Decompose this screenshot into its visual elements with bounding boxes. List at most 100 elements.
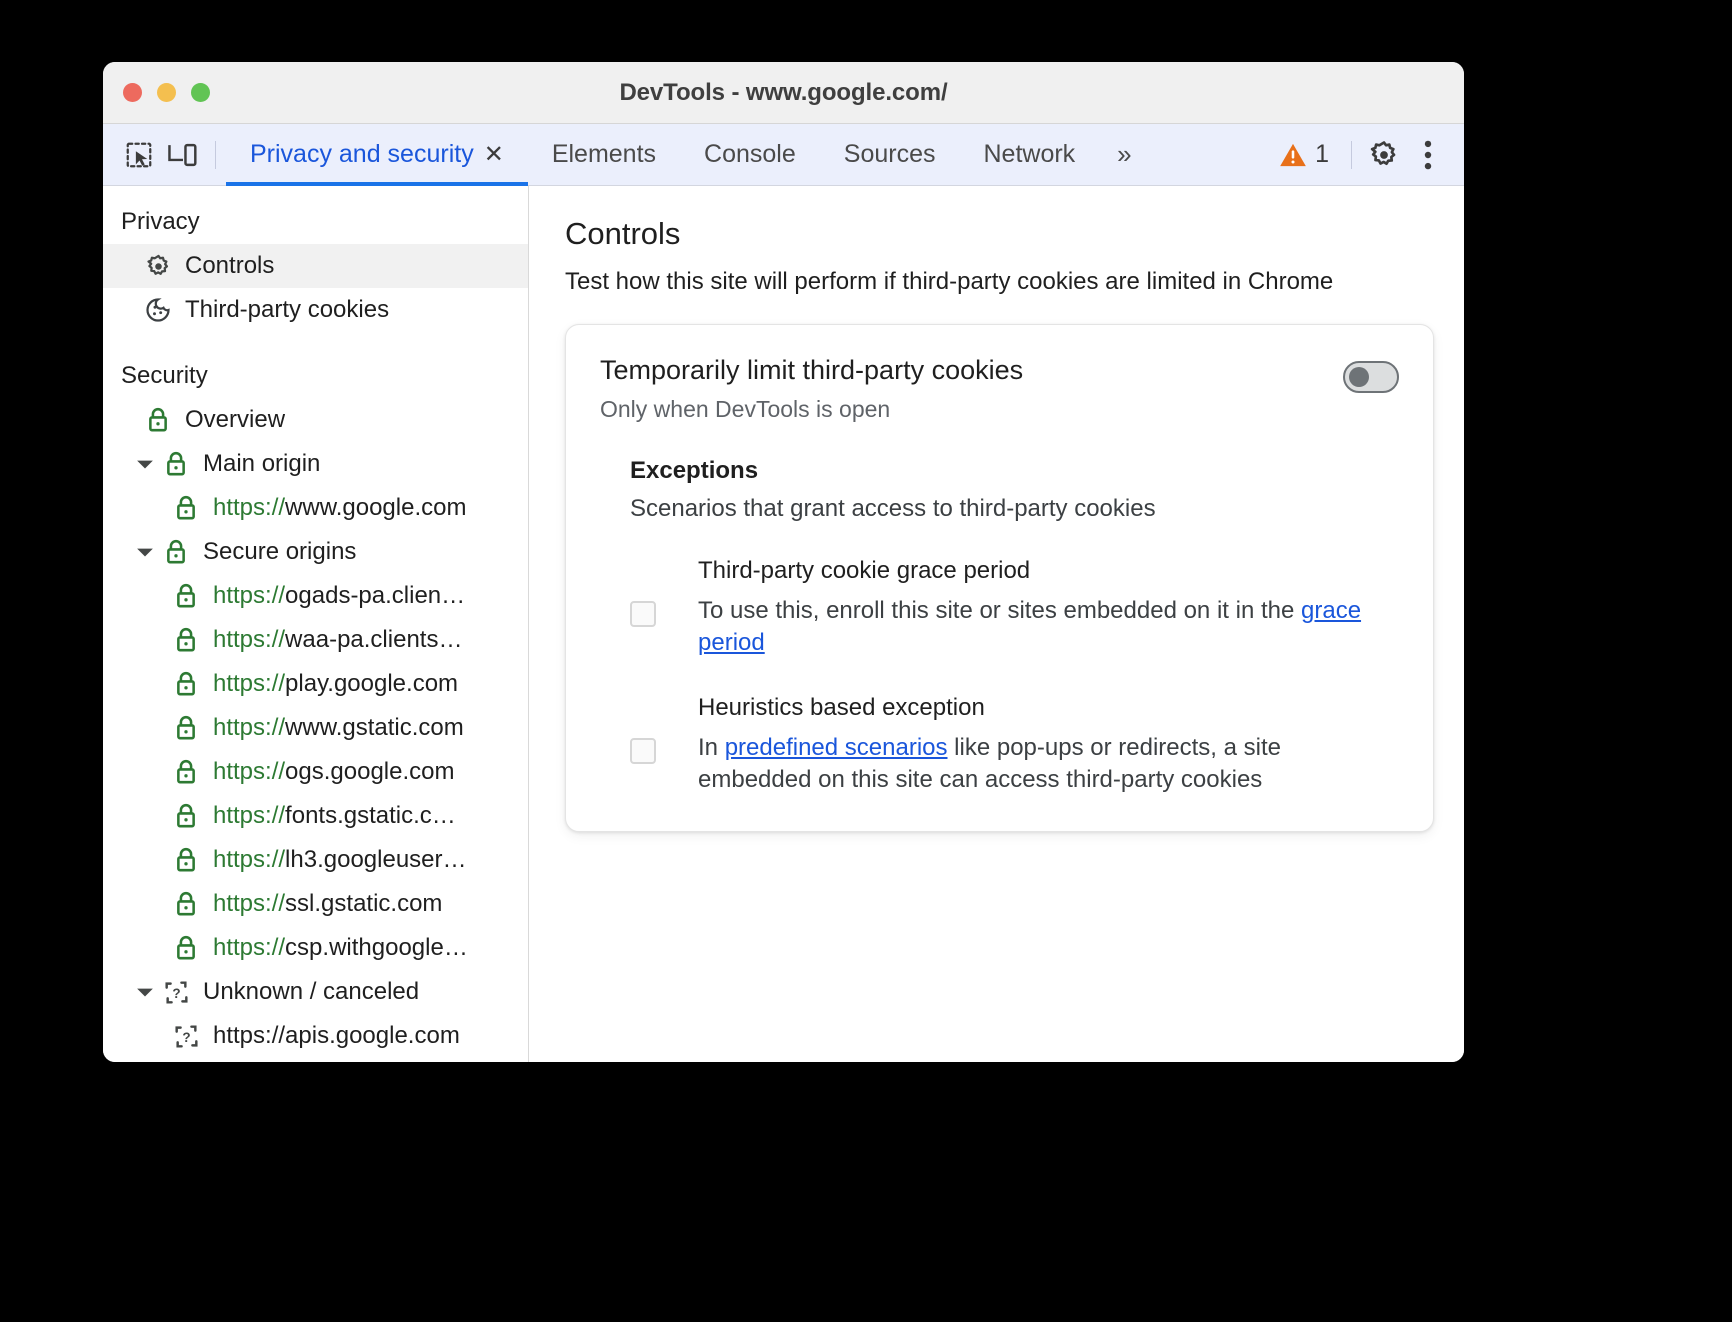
sidebar-group-secure-origins[interactable]: Secure origins [103, 530, 528, 574]
lock-green-icon [169, 494, 203, 522]
card-header: Temporarily limit third-party cookies On… [600, 355, 1399, 423]
sidebar-item-label: Overview [185, 406, 286, 433]
chevron-down-icon[interactable] [131, 985, 159, 999]
lock-green-icon [159, 538, 193, 566]
sidebar-section-security-title: Security [121, 362, 208, 389]
sidebar-origin-label: https://apis.google.com [213, 1022, 460, 1049]
warning-indicator[interactable]: 1 [1267, 140, 1341, 169]
tab-elements[interactable]: Elements [528, 124, 680, 186]
tab-label: Console [704, 140, 796, 168]
predefined-scenarios-link[interactable]: predefined scenarios [725, 734, 948, 761]
gear-icon[interactable] [1362, 133, 1406, 177]
exception-name: Third-party cookie grace period [698, 557, 1031, 584]
exceptions-title: Exceptions [630, 457, 759, 484]
sidebar-item-label: Main origin [203, 450, 321, 477]
screen: DevTools - www.google.com/ Privacy and s… [0, 0, 1732, 1322]
sidebar-origin-label: https://fonts.gstatic.c… [213, 802, 456, 829]
tabbar-actions: 1 [1267, 124, 1464, 186]
sidebar-origin-ssl-gstatic[interactable]: https://ssl.gstatic.com [103, 882, 528, 926]
exception-checkbox-col [630, 694, 698, 797]
device-toolbar-icon[interactable] [161, 133, 205, 177]
tab-label: Sources [843, 140, 936, 168]
sidebar-group-main-origin[interactable]: Main origin [103, 442, 528, 486]
svg-text:?: ? [182, 1030, 190, 1045]
sidebar-origin-apis-google[interactable]: ? https://apis.google.com [103, 1014, 528, 1058]
lock-green-icon [169, 890, 203, 918]
exception-desc-pre: In [698, 733, 725, 761]
cookie-icon [141, 296, 175, 324]
more-tabs-icon[interactable]: » [1099, 139, 1146, 170]
sidebar-origin-label: https://www.google.com [213, 494, 467, 521]
sidebar-item-label: Third-party cookies [185, 296, 390, 323]
lock-green-icon [169, 714, 203, 742]
sidebar-item-label: Controls [185, 252, 275, 279]
lock-green-icon [169, 626, 203, 654]
sidebar-item-third-party-cookies[interactable]: Third-party cookies [103, 288, 528, 332]
lock-green-icon [169, 582, 203, 610]
sidebar-origin-label: https://lh3.googleuser… [213, 846, 467, 873]
gear-icon [141, 253, 175, 280]
window-titlebar: DevTools - www.google.com/ [103, 62, 1464, 124]
lock-green-icon [169, 846, 203, 874]
tab-sources[interactable]: Sources [820, 124, 960, 186]
sidebar-origin-waa-pa[interactable]: https://waa-pa.clients… [103, 618, 528, 662]
sidebar-origin-www-gstatic[interactable]: https://www.gstatic.com [103, 706, 528, 750]
limit-third-party-cookies-toggle[interactable] [1343, 361, 1399, 393]
tab-label: Elements [551, 140, 657, 168]
lock-green-icon [159, 450, 193, 478]
exception-desc-pre: To use this, enroll this site or sites e… [698, 597, 1301, 624]
exception-body: Third-party cookie grace period To use t… [698, 557, 1399, 660]
unknown-icon: ? [169, 1023, 203, 1050]
toolbar-divider [215, 140, 216, 169]
sidebar-origin-label: https://csp.withgoogle… [213, 934, 468, 961]
sidebar-origin-ogs-google[interactable]: https://ogs.google.com [103, 750, 528, 794]
warning-count: 1 [1315, 140, 1329, 168]
devtools-body: Privacy Controls Third-party cookies Sec… [103, 186, 1464, 1062]
devtools-window: DevTools - www.google.com/ Privacy and s… [103, 62, 1464, 1062]
sidebar-section-privacy-title: Privacy [121, 208, 200, 235]
sidebar-origin-label: https://www.gstatic.com [213, 714, 464, 741]
sidebar-item-controls[interactable]: Controls [103, 244, 528, 288]
sidebar-item-label: Secure origins [203, 538, 357, 565]
card-subtitle: Only when DevTools is open [600, 396, 891, 422]
lock-green-icon [169, 802, 203, 830]
chevron-down-icon[interactable] [131, 545, 159, 559]
devtools-tabbar: Privacy and security ✕ Elements Console … [103, 124, 1464, 186]
sidebar-item-overview[interactable]: Overview [103, 398, 528, 442]
window-title: DevTools - www.google.com/ [619, 78, 948, 106]
sidebar-origin-ogads-pa[interactable]: https://ogads-pa.clien… [103, 574, 528, 618]
inspect-element-icon[interactable] [117, 133, 161, 177]
sidebar-origin-www-google-com[interactable]: https://www.google.com [103, 486, 528, 530]
sidebar-origin-lh3-googleusercontent[interactable]: https://lh3.googleuser… [103, 838, 528, 882]
svg-text:?: ? [172, 986, 180, 1001]
close-icon[interactable]: ✕ [484, 142, 504, 167]
exception-description: To use this, enroll this site or sites e… [698, 595, 1399, 660]
tab-privacy-and-security[interactable]: Privacy and security ✕ [226, 124, 528, 186]
sidebar-origin-label: https://play.google.com [213, 670, 459, 697]
card-header-text: Temporarily limit third-party cookies On… [600, 355, 1343, 423]
controls-panel: Controls Test how this site will perform… [529, 186, 1464, 1062]
unknown-icon: ? [159, 979, 193, 1006]
sidebar-origin-csp-withgoogle[interactable]: https://csp.withgoogle… [103, 926, 528, 970]
lock-green-icon [141, 406, 175, 434]
tab-console[interactable]: Console [680, 124, 820, 186]
three-dot-menu-icon[interactable] [1406, 133, 1450, 177]
exception-name: Heuristics based exception [698, 693, 985, 721]
tab-label: Privacy and security [250, 140, 474, 168]
temporarily-limit-cookies-card: Temporarily limit third-party cookies On… [565, 324, 1434, 832]
toolbar-divider-2 [1351, 140, 1352, 169]
sidebar-group-unknown-canceled[interactable]: ? Unknown / canceled [103, 970, 528, 1014]
sidebar-origin-fonts-gstatic[interactable]: https://fonts.gstatic.c… [103, 794, 528, 838]
sidebar-origin-label: https://waa-pa.clients… [213, 626, 463, 653]
heuristics-checkbox[interactable] [630, 737, 656, 764]
grace-period-checkbox[interactable] [630, 601, 656, 627]
exception-description: In predefined scenarios like pop-ups or … [698, 732, 1399, 797]
toggle-knob [1349, 367, 1369, 387]
tab-network[interactable]: Network [959, 124, 1099, 186]
chevron-down-icon[interactable] [131, 457, 159, 471]
exception-checkbox-col [630, 557, 698, 660]
lock-green-icon [169, 934, 203, 962]
privacy-security-sidebar: Privacy Controls Third-party cookies Sec… [103, 186, 529, 1062]
sidebar-origin-play-google[interactable]: https://play.google.com [103, 662, 528, 706]
sidebar-item-label: Unknown / canceled [203, 978, 420, 1005]
